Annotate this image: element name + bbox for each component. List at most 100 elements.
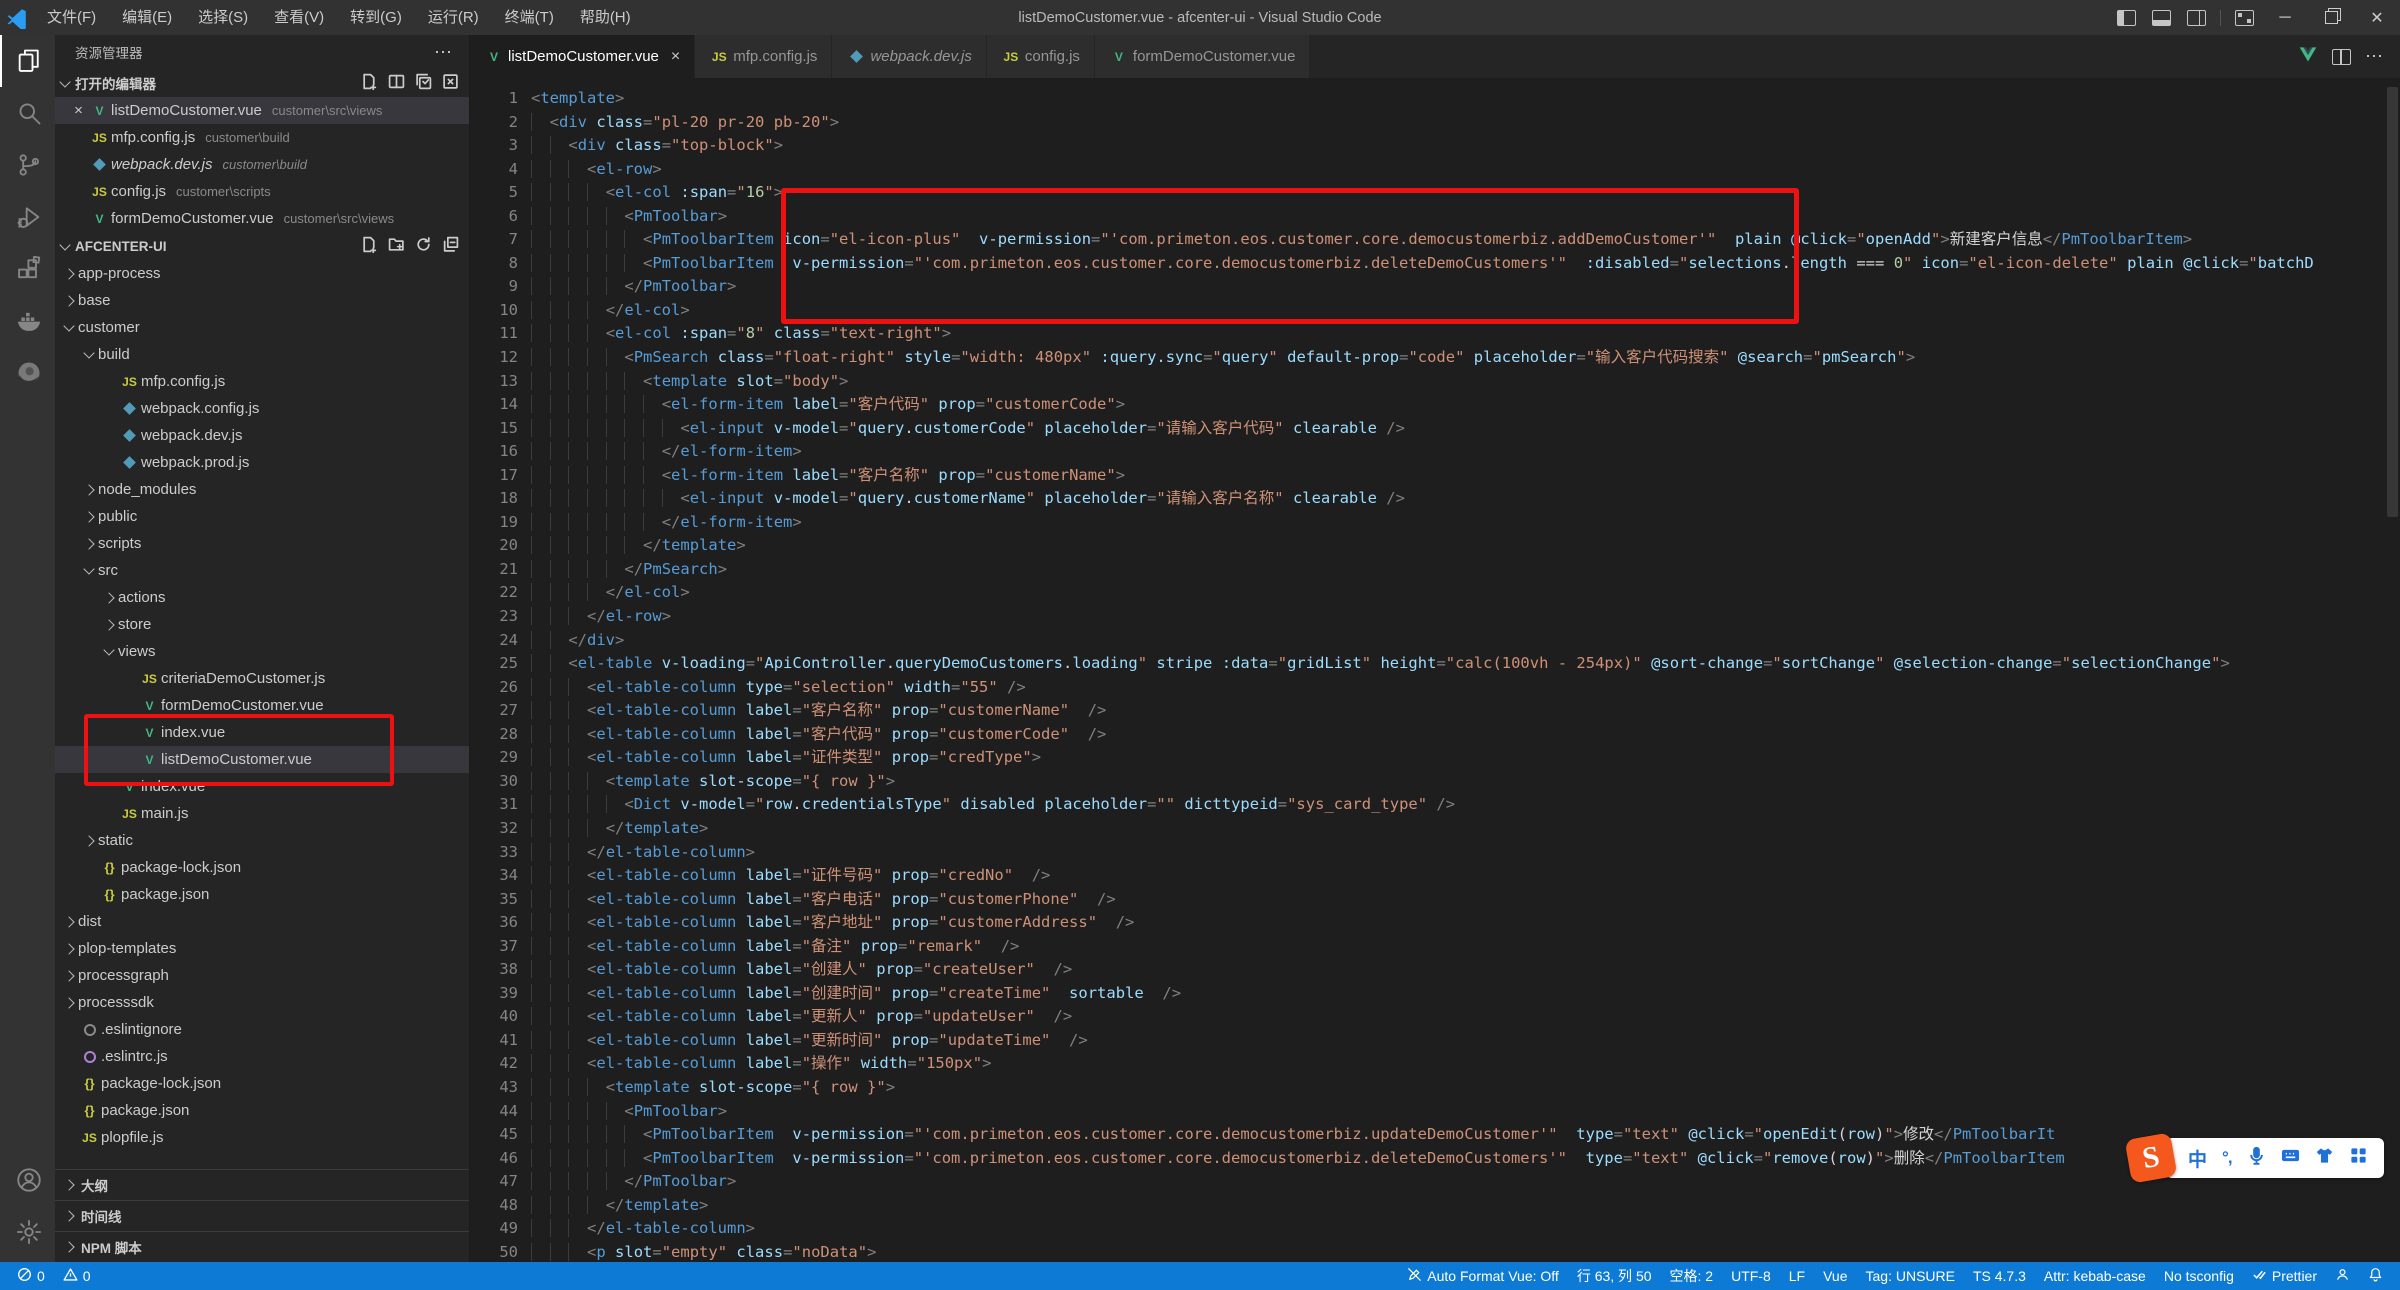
code-line[interactable]: 35 <el-table-column label="客户电话" prop="c… — [470, 888, 2400, 912]
code-text[interactable]: <PmToolbarItem v-permission="'com.primet… — [531, 1123, 2055, 1147]
status-item[interactable]: 空格: 2 — [1663, 1266, 1721, 1286]
tree-item[interactable]: .eslintignore — [55, 1016, 469, 1043]
code-line[interactable]: 22 </el-col> — [470, 581, 2400, 605]
code-line[interactable]: 17 <el-form-item label="客户名称" prop="cust… — [470, 464, 2400, 488]
activity-run-debug-icon[interactable] — [0, 191, 55, 243]
tree-item[interactable]: VformDemoCustomer.vue — [55, 692, 469, 719]
activity-search-icon[interactable] — [0, 87, 55, 139]
close-icon[interactable]: × — [671, 48, 680, 66]
code-text[interactable]: <el-input v-model="query.customerName" p… — [531, 487, 1405, 511]
code-text[interactable]: <template> — [531, 87, 624, 111]
code-text[interactable]: <template slot="body"> — [531, 370, 848, 394]
ime-punctuation-icon[interactable]: °, — [2222, 1148, 2232, 1168]
code-line[interactable]: 14 <el-form-item label="客户代码" prop="cust… — [470, 393, 2400, 417]
menu-item[interactable]: 终端(T) — [492, 0, 567, 35]
toolbox-grid-icon[interactable] — [2349, 1146, 2368, 1170]
code-text[interactable]: <el-table-column label="操作" width="150px… — [531, 1052, 991, 1076]
code-line[interactable]: 47 </PmToolbar> — [470, 1170, 2400, 1194]
code-line[interactable]: 44 <PmToolbar> — [470, 1100, 2400, 1124]
status-item[interactable]: Prettier — [2245, 1267, 2324, 1285]
code-line[interactable]: 10 </el-col> — [470, 299, 2400, 323]
tree-item[interactable]: store — [55, 611, 469, 638]
code-line[interactable]: 7 <PmToolbarItem icon="el-icon-plus" v-p… — [470, 228, 2400, 252]
code-text[interactable]: <el-table-column label="备注" prop="remark… — [531, 935, 1019, 959]
code-line[interactable]: 29 <el-table-column label="证件类型" prop="c… — [470, 746, 2400, 770]
tree-item[interactable]: .eslintrc.js — [55, 1043, 469, 1070]
code-text[interactable]: </PmToolbar> — [531, 275, 736, 299]
sogou-logo-icon[interactable]: S — [2125, 1132, 2178, 1183]
code-text[interactable]: <el-table-column label="客户名称" prop="cust… — [531, 699, 1106, 723]
code-line[interactable]: 41 <el-table-column label="更新时间" prop="u… — [470, 1029, 2400, 1053]
code-line[interactable]: 8 <PmToolbarItem v-permission="'com.prim… — [470, 252, 2400, 276]
menu-item[interactable]: 帮助(H) — [567, 0, 644, 35]
code-text[interactable]: <Dict v-model="row.credentialsType" disa… — [531, 793, 1455, 817]
status-item[interactable]: Vue — [1816, 1268, 1854, 1284]
code-line[interactable]: 50 <p slot="empty" class="noData"> — [470, 1241, 2400, 1262]
refresh-icon[interactable] — [415, 236, 432, 256]
code-line[interactable]: 45 <PmToolbarItem v-permission="'com.pri… — [470, 1123, 2400, 1147]
tab-webpack.dev.js[interactable]: webpack.dev.js — [832, 35, 986, 78]
code-line[interactable]: 27 <el-table-column label="客户名称" prop="c… — [470, 699, 2400, 723]
activity-extensions-icon[interactable] — [0, 243, 55, 295]
code-line[interactable]: 42 <el-table-column label="操作" width="15… — [470, 1052, 2400, 1076]
code-text[interactable]: <el-table-column label="创建时间" prop="crea… — [531, 982, 1181, 1006]
activity-settings-icon[interactable] — [0, 1206, 55, 1258]
save-all-icon[interactable] — [415, 73, 432, 93]
activity-source-control-icon[interactable] — [0, 139, 55, 191]
sidebar-section-大纲[interactable]: 大纲 — [55, 1169, 469, 1200]
code-text[interactable]: <el-table-column label="更新人" prop="updat… — [531, 1005, 1072, 1029]
tree-item[interactable]: build — [55, 341, 469, 368]
tree-item[interactable]: dist — [55, 908, 469, 935]
keyboard-icon[interactable] — [2281, 1146, 2300, 1170]
code-line[interactable]: 48 </template> — [470, 1194, 2400, 1218]
code-line[interactable]: 6 <PmToolbar> — [470, 205, 2400, 229]
code-text[interactable]: <div class="pl-20 pr-20 pb-20"> — [531, 111, 839, 135]
tree-item[interactable]: public — [55, 503, 469, 530]
code-text[interactable]: </PmToolbar> — [531, 1170, 736, 1194]
status-item[interactable]: No tsconfig — [2157, 1268, 2241, 1284]
editor-layout-icon[interactable] — [388, 73, 405, 93]
code-text[interactable]: <el-table-column label="证件类型" prop="cred… — [531, 746, 1041, 770]
menu-item[interactable]: 转到(G) — [337, 0, 415, 35]
code-line[interactable]: 24 </div> — [470, 629, 2400, 653]
microphone-icon[interactable] — [2247, 1146, 2266, 1170]
sidebar-section-NPM 脚本[interactable]: NPM 脚本 — [55, 1231, 469, 1262]
code-line[interactable]: 21 </PmSearch> — [470, 558, 2400, 582]
code-line[interactable]: 28 <el-table-column label="客户代码" prop="c… — [470, 723, 2400, 747]
code-text[interactable]: <el-table-column label="客户电话" prop="cust… — [531, 888, 1116, 912]
status-item[interactable]: Auto Format Vue: Off — [1400, 1267, 1566, 1285]
project-header[interactable]: AFCENTER-UI — [55, 232, 469, 260]
code-text[interactable]: <PmToolbarItem v-permission="'com.primet… — [531, 252, 2314, 276]
status-item[interactable]: 行 63, 列 50 — [1570, 1266, 1659, 1286]
activity-edge-icon[interactable] — [0, 347, 55, 399]
code-line[interactable]: 18 <el-input v-model="query.customerName… — [470, 487, 2400, 511]
code-text[interactable]: </PmSearch> — [531, 558, 727, 582]
tree-item[interactable]: processgraph — [55, 962, 469, 989]
code-text[interactable]: <PmToolbar> — [531, 1100, 727, 1124]
tree-item[interactable]: webpack.dev.js — [55, 422, 469, 449]
code-line[interactable]: 46 <PmToolbarItem v-permission="'com.pri… — [470, 1147, 2400, 1171]
code-text[interactable]: </template> — [531, 534, 746, 558]
split-editor-icon[interactable] — [2332, 49, 2351, 65]
code-text[interactable]: <el-form-item label="客户代码" prop="custome… — [531, 393, 1125, 417]
sidebar-section-时间线[interactable]: 时间线 — [55, 1200, 469, 1231]
activity-account-icon[interactable] — [0, 1154, 55, 1206]
code-text[interactable]: </el-form-item> — [531, 440, 802, 464]
code-line[interactable]: 25 <el-table v-loading="ApiController.qu… — [470, 652, 2400, 676]
tree-item[interactable]: JSmain.js — [55, 800, 469, 827]
open-editor-item[interactable]: JSconfig.jscustomer\scripts — [55, 178, 469, 205]
open-editor-item[interactable]: VformDemoCustomer.vuecustomer\src\views — [55, 205, 469, 232]
code-text[interactable]: </div> — [531, 629, 624, 653]
tree-item[interactable]: customer — [55, 314, 469, 341]
tree-item[interactable]: Vindex.vue — [55, 719, 469, 746]
code-line[interactable]: 11 <el-col :span="8" class="text-right"> — [470, 322, 2400, 346]
tree-item[interactable]: node_modules — [55, 476, 469, 503]
tree-item[interactable]: src — [55, 557, 469, 584]
status-item[interactable]: TS 4.7.3 — [1966, 1268, 2033, 1284]
close-window-button[interactable]: ✕ — [2354, 0, 2400, 35]
tree-item[interactable]: webpack.prod.js — [55, 449, 469, 476]
code-text[interactable]: <PmToolbar> — [531, 205, 727, 229]
code-line[interactable]: 30 <template slot-scope="{ row }"> — [470, 770, 2400, 794]
tab-mfp.config.js[interactable]: JSmfp.config.js — [695, 35, 832, 78]
code-line[interactable]: 13 <template slot="body"> — [470, 370, 2400, 394]
